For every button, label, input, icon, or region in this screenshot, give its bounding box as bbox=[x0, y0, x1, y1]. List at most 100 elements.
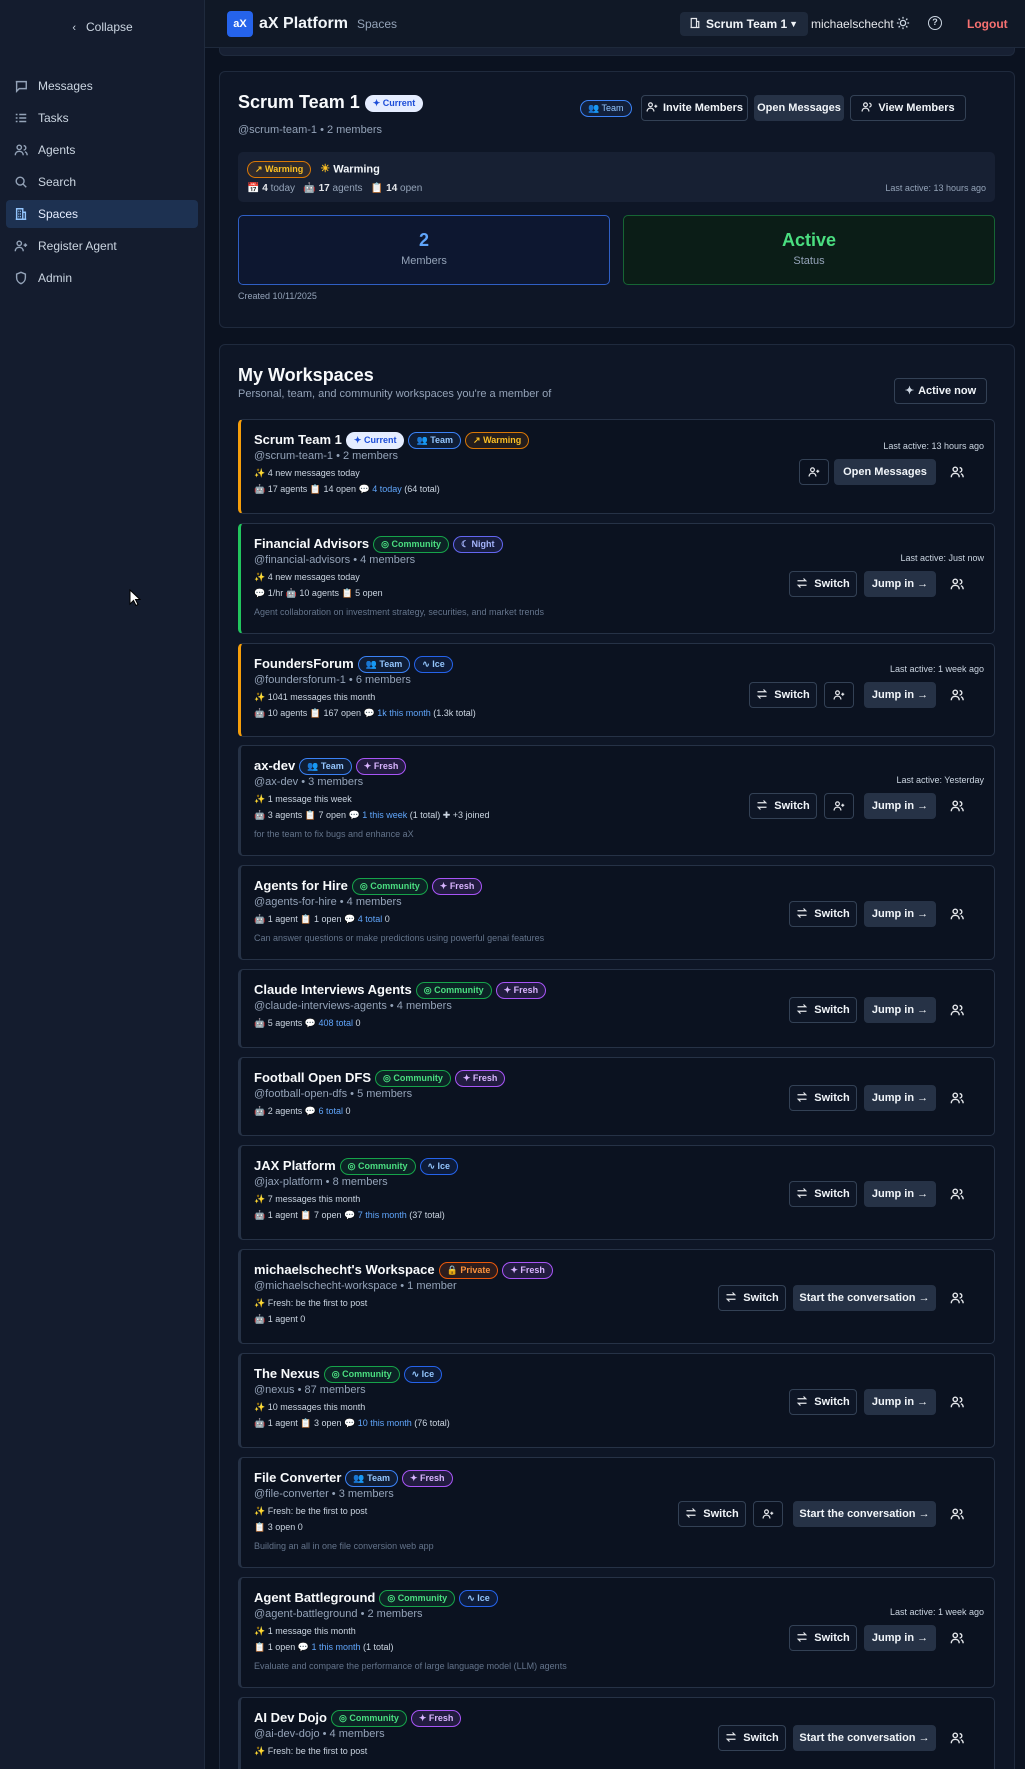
message-count-link[interactable]: 408 total bbox=[318, 1018, 353, 1028]
jump-in-button[interactable]: Jump in → bbox=[864, 571, 936, 597]
jump-in-button[interactable]: Jump in → bbox=[864, 997, 936, 1023]
team-switcher[interactable]: Scrum Team 1 ▼ bbox=[680, 12, 808, 36]
members-icon-button[interactable] bbox=[950, 1731, 964, 1745]
members-icon-button[interactable] bbox=[950, 1291, 964, 1305]
jump-in-button[interactable]: Jump in → bbox=[864, 901, 936, 927]
switch-button[interactable]: Switch bbox=[678, 1501, 746, 1527]
username[interactable]: michaelschecht bbox=[811, 17, 894, 31]
sidebar-item-tasks[interactable]: Tasks bbox=[6, 104, 198, 132]
jump-in-button[interactable]: Jump in → bbox=[864, 1181, 936, 1207]
message-count-link[interactable]: 4 total bbox=[358, 914, 383, 924]
switch-button[interactable]: Switch bbox=[789, 1625, 857, 1651]
message-count-link[interactable]: 7 this month bbox=[358, 1210, 407, 1220]
invite-members-button[interactable]: Invite Members bbox=[641, 95, 748, 121]
start-conversation-button[interactable]: Start the conversation → bbox=[793, 1725, 936, 1751]
sidebar-item-messages[interactable]: Messages bbox=[6, 72, 198, 100]
jump-in-button[interactable]: Jump in → bbox=[864, 1625, 936, 1651]
workspace-name[interactable]: File Converter bbox=[254, 1470, 341, 1485]
members-icon-button[interactable] bbox=[950, 1091, 964, 1105]
switch-button[interactable]: Switch bbox=[749, 793, 817, 819]
workspace-row[interactable]: AI Dev Dojo ◎ Community ✦ Fresh @ai-dev-doj… bbox=[238, 1697, 995, 1769]
message-count-link[interactable]: 10 this month bbox=[358, 1418, 412, 1428]
members-icon-button[interactable] bbox=[950, 1631, 964, 1645]
workspace-name[interactable]: Football Open DFS bbox=[254, 1070, 371, 1085]
brand-title[interactable]: aX Platform bbox=[259, 15, 348, 33]
jump-in-button[interactable]: Jump in → bbox=[864, 1085, 936, 1111]
workspace-row[interactable]: Agents for Hire ◎ Community ✦ Fresh @agents… bbox=[238, 865, 995, 960]
jump-in-button[interactable]: Jump in → bbox=[864, 793, 936, 819]
sidebar-item-spaces[interactable]: Spaces bbox=[6, 200, 198, 228]
message-count-link[interactable]: 1 this week bbox=[362, 810, 407, 820]
start-conversation-button[interactable]: Start the conversation → bbox=[793, 1501, 936, 1527]
workspace-row[interactable]: FoundersForum 👥 Team ∿ Ice @foundersforum-1… bbox=[238, 643, 995, 737]
workspace-name[interactable]: ax-dev bbox=[254, 758, 295, 773]
workspace-row[interactable]: Financial Advisors ◎ Community ☾ Night @fin… bbox=[238, 523, 995, 634]
sidebar-item-register-agent[interactable]: Register Agent bbox=[6, 232, 198, 260]
invite-member-button[interactable] bbox=[799, 459, 829, 485]
switch-button[interactable]: Switch bbox=[789, 1181, 857, 1207]
collapse-button[interactable]: ‹ Collapse bbox=[0, 20, 205, 34]
switch-button[interactable]: Switch bbox=[789, 571, 857, 597]
workspace-row[interactable]: The Nexus ◎ Community ∿ Ice @nexus • 87 mem… bbox=[238, 1353, 995, 1448]
workspace-name[interactable]: The Nexus bbox=[254, 1366, 320, 1381]
workspace-row[interactable]: ax-dev 👥 Team ✦ Fresh @ax-dev • 3 members ✨ … bbox=[238, 745, 995, 856]
workspace-handle: @michaelschecht-workspace • 1 member bbox=[254, 1280, 457, 1292]
open-messages-button[interactable]: Open Messages bbox=[834, 459, 936, 485]
sidebar-item-admin[interactable]: Admin bbox=[6, 264, 198, 292]
switch-button[interactable]: Switch bbox=[718, 1285, 786, 1311]
message-count-link[interactable]: 1 this month bbox=[311, 1642, 360, 1652]
start-conversation-button[interactable]: Start the conversation → bbox=[793, 1285, 936, 1311]
members-icon-button[interactable] bbox=[950, 688, 964, 702]
workspace-row[interactable]: JAX Platform ◎ Community ∿ Ice @jax-platfor… bbox=[238, 1145, 995, 1240]
invite-member-button[interactable] bbox=[824, 793, 854, 819]
message-count-link[interactable]: 1k this month bbox=[377, 708, 431, 718]
workspace-row[interactable]: Agent Battleground ◎ Community ∿ Ice @agent… bbox=[238, 1577, 995, 1688]
workspace-name[interactable]: AI Dev Dojo bbox=[254, 1710, 327, 1725]
help-icon[interactable]: ? bbox=[928, 16, 942, 30]
invite-member-button[interactable] bbox=[753, 1501, 783, 1527]
logout-button[interactable]: Logout bbox=[967, 17, 1008, 31]
workspace-row[interactable]: Claude Interviews Agents ◎ Community ✦ Fre… bbox=[238, 969, 995, 1048]
invite-member-button[interactable] bbox=[824, 682, 854, 708]
workspace-row[interactable]: Football Open DFS ◎ Community ✦ Fresh @foot… bbox=[238, 1057, 995, 1136]
workspace-row[interactable]: michaelschecht's Workspace 🔒 Private ✦ Fre… bbox=[238, 1249, 995, 1344]
members-icon-button[interactable] bbox=[950, 465, 964, 479]
switch-button[interactable]: Switch bbox=[749, 682, 817, 708]
switch-button[interactable]: Switch bbox=[789, 1389, 857, 1415]
workspace-name[interactable]: michaelschecht's Workspace bbox=[254, 1262, 435, 1277]
switch-button[interactable]: Switch bbox=[789, 901, 857, 927]
members-icon-button[interactable] bbox=[950, 1507, 964, 1521]
members-icon-button[interactable] bbox=[950, 1187, 964, 1201]
workspace-row[interactable]: File Converter 👥 Team ✦ Fresh @file-convert… bbox=[238, 1457, 995, 1568]
view-members-button[interactable]: View Members bbox=[850, 95, 966, 121]
switch-button[interactable]: Switch bbox=[789, 997, 857, 1023]
workspace-name[interactable]: Claude Interviews Agents bbox=[254, 982, 412, 997]
message-count-link[interactable]: 4 today bbox=[372, 484, 402, 494]
active-now-button[interactable]: ✦ Active now bbox=[894, 378, 987, 404]
jump-in-button[interactable]: Jump in → bbox=[864, 682, 936, 708]
workspace-name[interactable]: Scrum Team 1 bbox=[254, 432, 342, 447]
members-icon-button[interactable] bbox=[950, 1003, 964, 1017]
workspace-name[interactable]: FoundersForum bbox=[254, 656, 354, 671]
members-stat[interactable]: 2 Members bbox=[238, 215, 610, 285]
badge-icon: ∿ bbox=[467, 1593, 478, 1604]
members-icon-button[interactable] bbox=[950, 577, 964, 591]
switch-button[interactable]: Switch bbox=[789, 1085, 857, 1111]
members-icon-button[interactable] bbox=[950, 799, 964, 813]
sidebar-item-search[interactable]: Search bbox=[6, 168, 198, 196]
sidebar-item-agents[interactable]: Agents bbox=[6, 136, 198, 164]
app-logo[interactable]: aX bbox=[227, 11, 253, 37]
workspace-name[interactable]: JAX Platform bbox=[254, 1158, 336, 1173]
activity-summary: ✨ Fresh: be the first to post bbox=[254, 1746, 368, 1756]
members-icon-button[interactable] bbox=[950, 1395, 964, 1409]
theme-toggle-icon[interactable] bbox=[896, 16, 910, 30]
jump-in-button[interactable]: Jump in → bbox=[864, 1389, 936, 1415]
workspace-name[interactable]: Financial Advisors bbox=[254, 536, 369, 551]
workspace-name[interactable]: Agents for Hire bbox=[254, 878, 348, 893]
members-icon-button[interactable] bbox=[950, 907, 964, 921]
workspace-name[interactable]: Agent Battleground bbox=[254, 1590, 375, 1605]
message-count-link[interactable]: 6 total bbox=[318, 1106, 343, 1116]
workspace-row[interactable]: Scrum Team 1 ✦ Current 👥 Team ↗ Warming @scr… bbox=[238, 419, 995, 514]
switch-button[interactable]: Switch bbox=[718, 1725, 786, 1751]
open-messages-button[interactable]: Open Messages bbox=[754, 95, 844, 121]
